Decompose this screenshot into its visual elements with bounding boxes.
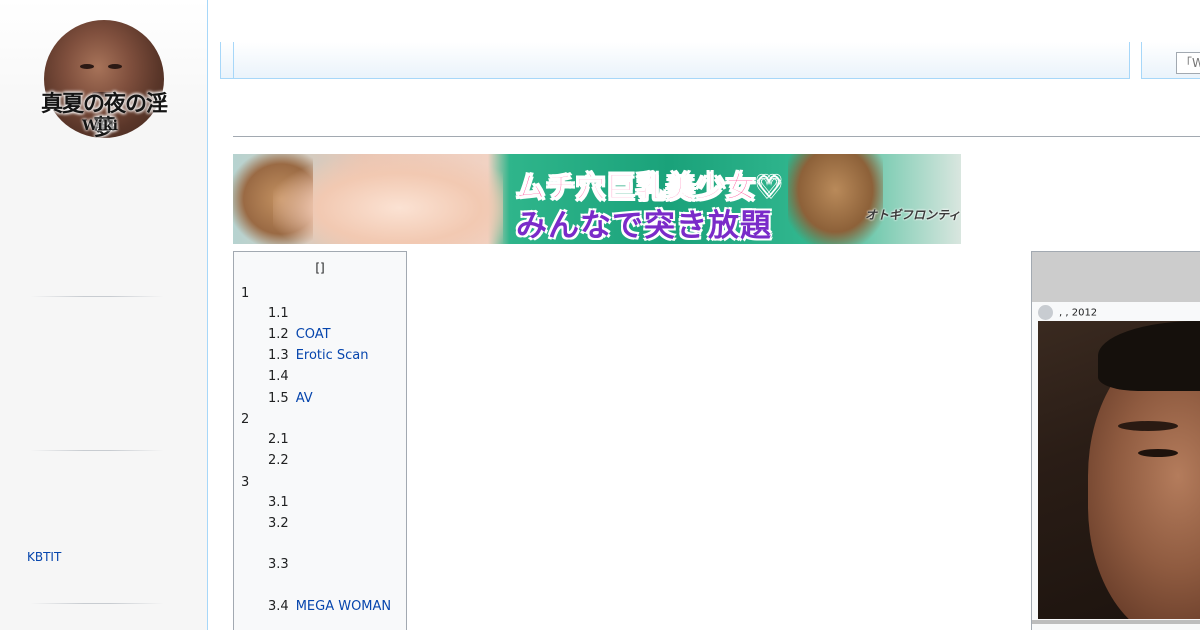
toc-item-3-2[interactable]: 3.2	[268, 516, 296, 532]
banner-subheadline: みんなで突き放題	[516, 208, 772, 244]
toc-item-2-1[interactable]: 2.1	[268, 432, 296, 448]
ad-banner[interactable]: ムチ穴巨乳美少女♡ みんなで突き放題 オトギフロンティア	[233, 154, 961, 244]
toc-item-1-5[interactable]: 1.5 AV	[268, 391, 313, 407]
toc-item-3-1[interactable]: 3.1	[268, 495, 296, 511]
portal-separator	[30, 450, 164, 451]
infobox-photo[interactable]	[1038, 321, 1200, 619]
toc-item-3-4[interactable]: 3.4 MEGA WOMAN	[268, 599, 391, 615]
toc-item-3[interactable]: 3	[241, 475, 256, 491]
avatar-icon	[1038, 305, 1053, 320]
toc-item-3-3[interactable]: 3.3	[268, 557, 296, 573]
infobox-meta-text: , , 2012	[1059, 307, 1098, 319]
portal-separator	[30, 296, 164, 297]
toc-item-2-2[interactable]: 2.2	[268, 453, 296, 469]
page-tabs-bar	[220, 42, 1130, 79]
infobox: , , 2012	[1031, 251, 1200, 630]
page-title-rule	[233, 136, 1200, 137]
toc-item-2[interactable]: 2	[241, 412, 256, 428]
toc-title: []	[315, 261, 325, 275]
banner-logo: オトギフロンティア	[865, 208, 961, 222]
infobox-footer-bar	[1032, 620, 1200, 624]
sidebar-link-kbtit[interactable]: KBTIT	[27, 550, 61, 564]
toc-item-1-4[interactable]: 1.4	[268, 369, 296, 385]
toc-item-1-1[interactable]: 1.1	[268, 306, 296, 322]
portal-separator	[30, 603, 164, 604]
left-panel: 真夏の夜の淫夢 Wiki KBTIT	[0, 0, 208, 630]
search-input[interactable]	[1176, 52, 1200, 74]
infobox-meta: , , 2012	[1038, 305, 1097, 321]
wiki-logo[interactable]: 真夏の夜の淫夢 Wiki	[40, 18, 168, 142]
tab-divider	[233, 42, 234, 78]
toc-item-1-3[interactable]: 1.3 Erotic Scan	[268, 348, 369, 364]
logo-subtitle: Wiki	[82, 118, 118, 134]
page: 真夏の夜の淫夢 Wiki KBTIT ムチ穴巨乳美少女♡ みんなで突き放題 オト…	[0, 0, 1200, 630]
toc-item-1-2[interactable]: 1.2 COAT	[268, 327, 331, 343]
toc-item-1[interactable]: 1	[241, 286, 256, 302]
table-of-contents: [] 1 1.1 1.2 COAT 1.3 Erotic Scan 1.4 1.5 A…	[233, 251, 407, 630]
infobox-header	[1032, 252, 1200, 302]
